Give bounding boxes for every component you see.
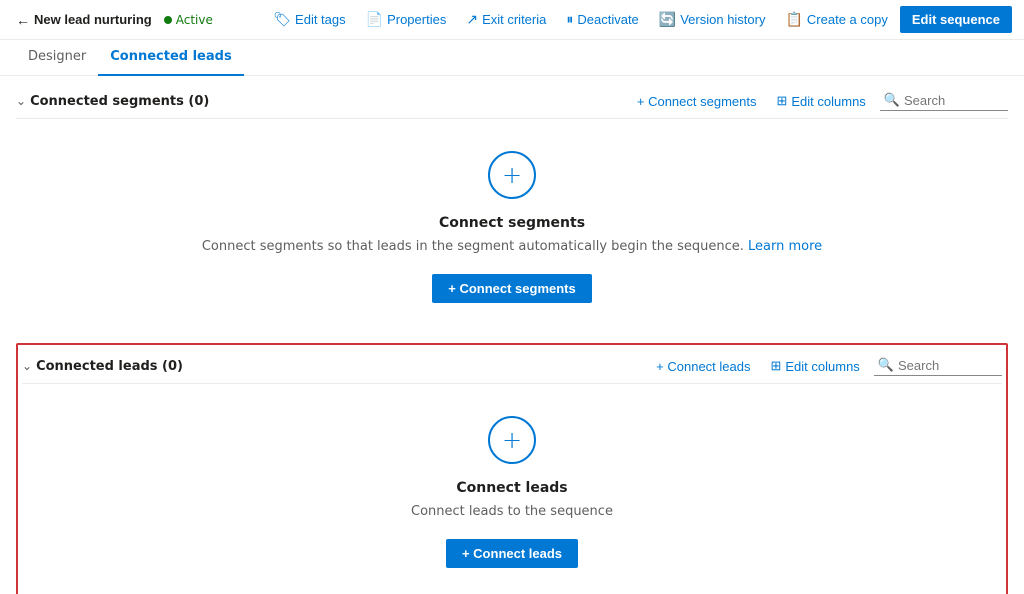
segments-section-title: Connected segments (0) <box>30 94 631 109</box>
segments-plus-icon: + <box>502 163 522 187</box>
create-copy-label: Create a copy <box>807 12 888 27</box>
segments-edit-columns-button[interactable]: ⊞ Edit columns <box>770 90 871 112</box>
content-area: ⌄ Connected segments (0) + Connect segme… <box>0 76 1024 594</box>
connect-segments-empty-button[interactable]: + Connect segments <box>432 274 592 303</box>
leads-section-title: Connected leads (0) <box>36 359 650 374</box>
status-badge: Active <box>164 13 213 27</box>
version-history-label: Version history <box>680 12 765 27</box>
connected-segments-section: ⌄ Connected segments (0) + Connect segme… <box>16 84 1008 335</box>
segments-section-header: ⌄ Connected segments (0) + Connect segme… <box>16 84 1008 119</box>
leads-edit-columns-button[interactable]: ⊞ Edit columns <box>764 355 865 377</box>
segments-learn-more-link[interactable]: Learn more <box>748 239 822 254</box>
exit-criteria-label: Exit criteria <box>482 12 546 27</box>
leads-toggle-button[interactable]: ⌄ <box>22 359 36 373</box>
tab-connected-leads[interactable]: Connected leads <box>98 40 243 76</box>
nav-actions: 🏷 Edit tags 📄 Properties ↗ Exit criteria… <box>265 6 1012 33</box>
sub-nav: Designer Connected leads <box>0 40 1024 76</box>
segments-search-icon: 🔍 <box>884 93 900 108</box>
leads-search-icon: 🔍 <box>878 358 894 373</box>
exit-criteria-button[interactable]: ↗ Exit criteria <box>458 7 554 32</box>
connect-leads-empty-button[interactable]: + Connect leads <box>446 539 578 568</box>
segments-empty-state: + Connect segments Connect segments so t… <box>16 119 1008 335</box>
edit-tags-icon: 🏷 <box>273 11 291 28</box>
properties-icon: 📄 <box>366 11 383 28</box>
segments-empty-desc-text: Connect segments so that leads in the se… <box>202 239 744 254</box>
segments-search-box: 🔍 <box>880 91 1008 111</box>
connect-segments-header-button[interactable]: + Connect segments <box>631 91 763 112</box>
create-copy-icon: 📋 <box>785 11 802 28</box>
status-dot <box>164 16 172 24</box>
segments-empty-desc: Connect segments so that leads in the se… <box>202 239 822 254</box>
leads-empty-icon-circle: + <box>488 416 536 464</box>
segments-toggle-button[interactable]: ⌄ <box>16 94 30 108</box>
leads-section-header: ⌄ Connected leads (0) + Connect leads ⊞ … <box>22 349 1002 384</box>
deactivate-label: Deactivate <box>577 12 638 27</box>
page-title: New lead nurturing <box>34 12 152 27</box>
leads-search-input[interactable] <box>898 358 998 373</box>
leads-empty-title: Connect leads <box>456 480 567 496</box>
segments-empty-title: Connect segments <box>439 215 585 231</box>
segments-search-input[interactable] <box>904 93 1004 108</box>
leads-empty-desc-text: Connect leads to the sequence <box>411 504 613 519</box>
leads-empty-state: + Connect leads Connect leads to the seq… <box>22 384 1002 594</box>
properties-label: Properties <box>387 12 446 27</box>
back-button[interactable]: ← New lead nurturing <box>12 12 156 28</box>
top-nav: ← New lead nurturing Active 🏷 Edit tags … <box>0 0 1024 40</box>
connected-leads-section: ⌄ Connected leads (0) + Connect leads ⊞ … <box>16 343 1008 594</box>
create-copy-button[interactable]: 📋 Create a copy <box>777 7 895 32</box>
edit-tags-label: Edit tags <box>295 12 346 27</box>
version-history-button[interactable]: 🔄 Version history <box>651 7 774 32</box>
segments-empty-icon-circle: + <box>488 151 536 199</box>
leads-edit-columns-icon: ⊞ <box>770 358 781 374</box>
connect-leads-header-button[interactable]: + Connect leads <box>650 356 756 377</box>
exit-criteria-icon: ↗ <box>466 11 478 28</box>
segments-edit-columns-label: Edit columns <box>791 94 865 109</box>
leads-search-box: 🔍 <box>874 356 1002 376</box>
status-label: Active <box>176 13 213 27</box>
edit-columns-icon: ⊞ <box>776 93 787 109</box>
version-history-icon: 🔄 <box>659 11 676 28</box>
edit-tags-button[interactable]: 🏷 Edit tags <box>265 7 353 32</box>
back-icon: ← <box>16 12 30 28</box>
deactivate-button[interactable]: ⏸ Deactivate <box>558 7 646 32</box>
leads-section-actions: + Connect leads ⊞ Edit columns 🔍 <box>650 355 1002 377</box>
leads-edit-columns-label: Edit columns <box>785 359 859 374</box>
tab-designer[interactable]: Designer <box>16 40 98 76</box>
deactivate-icon: ⏸ <box>566 11 573 28</box>
segments-section-actions: + Connect segments ⊞ Edit columns 🔍 <box>631 90 1008 112</box>
edit-sequence-button[interactable]: Edit sequence <box>900 6 1012 33</box>
leads-plus-icon: + <box>502 428 522 452</box>
properties-button[interactable]: 📄 Properties <box>358 7 455 32</box>
leads-empty-desc: Connect leads to the sequence <box>411 504 613 519</box>
